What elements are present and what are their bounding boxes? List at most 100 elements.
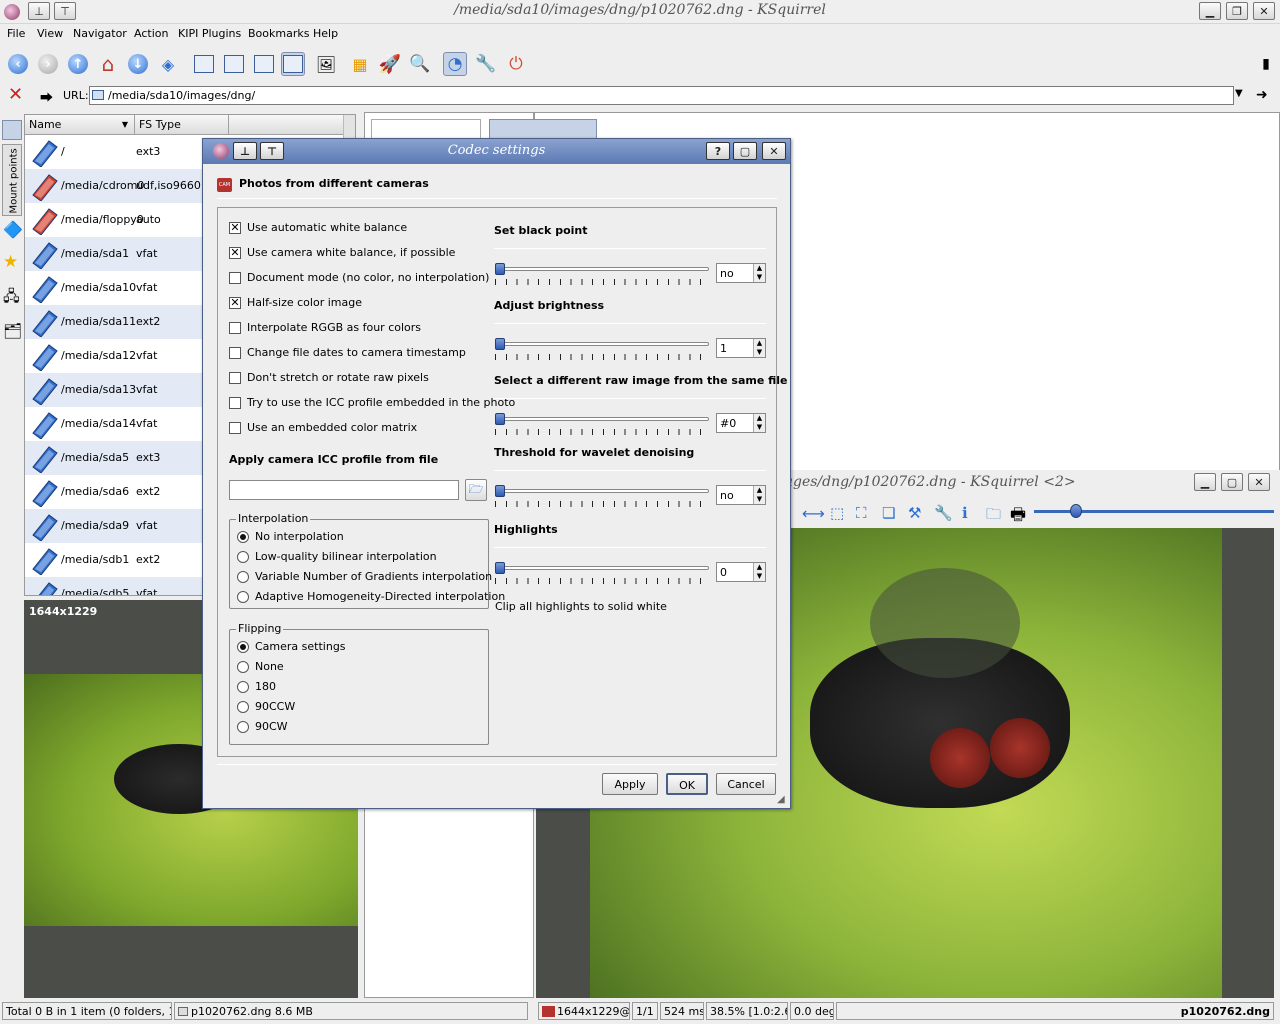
setting-slider[interactable] — [495, 485, 709, 507]
apply-button[interactable]: Apply — [602, 773, 658, 795]
fullscreen-icon[interactable]: ⛶ — [856, 504, 867, 522]
checkbox-box[interactable]: ✕ — [229, 296, 241, 309]
find-icon[interactable]: 🔍 — [408, 52, 432, 76]
setting-slider[interactable] — [495, 263, 709, 285]
checkbox-box[interactable]: ✕ — [229, 246, 241, 259]
settings-icon[interactable]: 🔧 — [934, 504, 953, 522]
icon-view-icon[interactable] — [192, 52, 216, 76]
radio-button[interactable] — [237, 550, 249, 563]
radio-option[interactable]: None — [237, 660, 284, 673]
windows-icon[interactable]: ❏ — [882, 504, 895, 522]
selection-icon[interactable]: ⬚ — [830, 504, 844, 522]
icc-profile-input[interactable] — [229, 480, 459, 500]
configure-icon[interactable]: 🔧 — [474, 52, 498, 76]
slider-handle[interactable] — [495, 485, 505, 497]
checkbox-box[interactable] — [229, 321, 241, 334]
viewer-minimize-button[interactable]: ▁ — [1194, 473, 1216, 491]
network-icon[interactable]: ◈ — [156, 52, 180, 76]
slider-handle[interactable] — [495, 562, 505, 574]
setting-spinbox[interactable]: 0 ▲ ▼ — [716, 562, 766, 582]
spin-arrows-icon[interactable]: ▲ ▼ — [753, 486, 765, 504]
checkbox-option[interactable]: Document mode (no color, no interpolatio… — [229, 271, 489, 284]
tools-icon[interactable]: ⚒ — [908, 504, 921, 522]
mount-points-tab[interactable]: Mount points — [2, 144, 22, 216]
url-input[interactable]: /media/sda10/images/dng/ — [89, 86, 1234, 105]
close-button[interactable]: ✕ — [1253, 2, 1275, 20]
ok-button[interactable]: OK — [666, 773, 708, 795]
radio-option[interactable]: 90CW — [237, 720, 288, 733]
menu-action[interactable]: Action — [134, 27, 168, 40]
radio-button[interactable] — [237, 660, 249, 673]
forward-icon[interactable]: › — [36, 52, 60, 76]
list-view-icon[interactable] — [222, 52, 246, 76]
radio-button[interactable] — [237, 530, 249, 543]
url-dropdown-icon[interactable]: ▼ — [1235, 88, 1243, 99]
menu-help[interactable]: Help — [313, 27, 338, 40]
checkbox-option[interactable]: Change file dates to camera timestamp — [229, 346, 466, 359]
checkbox-option[interactable]: Use an embedded color matrix — [229, 421, 417, 434]
checkbox-option[interactable]: Interpolate RGGB as four colors — [229, 321, 421, 334]
url-action-icon[interactable]: ⮕ — [40, 87, 53, 106]
radio-button[interactable] — [237, 640, 249, 653]
resize-grip-icon[interactable]: ◢ — [777, 794, 785, 805]
radio-option[interactable]: Camera settings — [237, 640, 346, 653]
zoom-slider[interactable] — [1034, 504, 1274, 518]
image-window-icon[interactable]: 🖼 — [314, 52, 338, 76]
bookmarks-tab-icon[interactable]: ★ — [3, 252, 18, 272]
slider-handle[interactable] — [495, 263, 505, 275]
restore-button[interactable]: ❐ — [1226, 2, 1248, 20]
back-icon[interactable]: ‹ — [6, 52, 30, 76]
dialog-close-button[interactable]: ✕ — [762, 142, 786, 160]
up-icon[interactable]: ↑ — [66, 52, 90, 76]
checkbox-option[interactable]: Don't stretch or rotate raw pixels — [229, 371, 429, 384]
clear-url-icon[interactable]: ✕ — [8, 84, 23, 105]
thumbnail-view-icon[interactable] — [281, 52, 305, 76]
spin-arrows-icon[interactable]: ▲ ▼ — [753, 264, 765, 282]
tree-tab-icon[interactable] — [2, 120, 22, 140]
slideshow-icon[interactable]: 🚀 — [378, 52, 402, 76]
quit-icon[interactable]: ⏻ — [504, 52, 528, 76]
print-icon[interactable]: 🖶 — [1010, 502, 1026, 531]
down-icon[interactable]: ↓ — [126, 52, 150, 76]
radio-button[interactable] — [237, 590, 249, 603]
cancel-button[interactable]: Cancel — [716, 773, 776, 795]
setting-spinbox[interactable]: #0 ▲ ▼ — [716, 413, 766, 433]
checkbox-box[interactable] — [229, 421, 241, 434]
checkbox-box[interactable] — [229, 396, 241, 409]
radio-option[interactable]: Variable Number of Gradients interpolati… — [237, 570, 492, 583]
spin-arrows-icon[interactable]: ▲ ▼ — [753, 563, 765, 581]
edit-tools-icon[interactable]: ▦ — [348, 52, 372, 76]
menu-kipi-plugins[interactable]: KIPI Plugins — [178, 27, 241, 40]
fit-width-icon[interactable]: ⟷ — [802, 504, 825, 523]
zoom-slider-handle[interactable] — [1070, 504, 1082, 518]
folder-tab-icon[interactable]: 🗂 — [3, 322, 22, 340]
dialog-help-button[interactable]: ? — [706, 142, 730, 160]
setting-spinbox[interactable]: no ▲ ▼ — [716, 263, 766, 283]
checkbox-box[interactable] — [229, 271, 241, 284]
menu-bookmarks[interactable]: Bookmarks — [248, 27, 309, 40]
radio-button[interactable] — [237, 570, 249, 583]
setting-slider[interactable] — [495, 338, 709, 360]
checkbox-option[interactable]: ✕ Use automatic white balance — [229, 221, 407, 234]
radio-button[interactable] — [237, 680, 249, 693]
open-folder-icon[interactable]: 🗀 — [986, 504, 1001, 529]
viewer-close-button[interactable]: ✕ — [1248, 473, 1270, 491]
home-icon[interactable]: ⌂ — [96, 52, 120, 76]
setting-slider[interactable] — [495, 562, 709, 584]
checkbox-option[interactable]: Try to use the ICC profile embedded in t… — [229, 396, 515, 409]
viewer-maximize-button[interactable]: ▢ — [1221, 473, 1243, 491]
spin-arrows-icon[interactable]: ▲ ▼ — [753, 339, 765, 357]
checkbox-option[interactable]: ✕ Half-size color image — [229, 296, 362, 309]
toolbar-handle-icon[interactable]: ▮ — [1254, 52, 1278, 76]
menu-navigator[interactable]: Navigator — [73, 27, 127, 40]
radio-option[interactable]: No interpolation — [237, 530, 344, 543]
slider-handle[interactable] — [495, 338, 505, 350]
network-tab-icon[interactable]: 🖧 — [3, 286, 20, 311]
checkbox-box[interactable]: ✕ — [229, 221, 241, 234]
checkbox-option[interactable]: ✕ Use camera white balance, if possible — [229, 246, 455, 259]
checkbox-box[interactable] — [229, 346, 241, 359]
radio-option[interactable]: 180 — [237, 680, 276, 693]
slider-handle[interactable] — [495, 413, 505, 425]
setting-spinbox[interactable]: no ▲ ▼ — [716, 485, 766, 505]
column-header-fs-type[interactable]: FS Type — [135, 115, 229, 135]
